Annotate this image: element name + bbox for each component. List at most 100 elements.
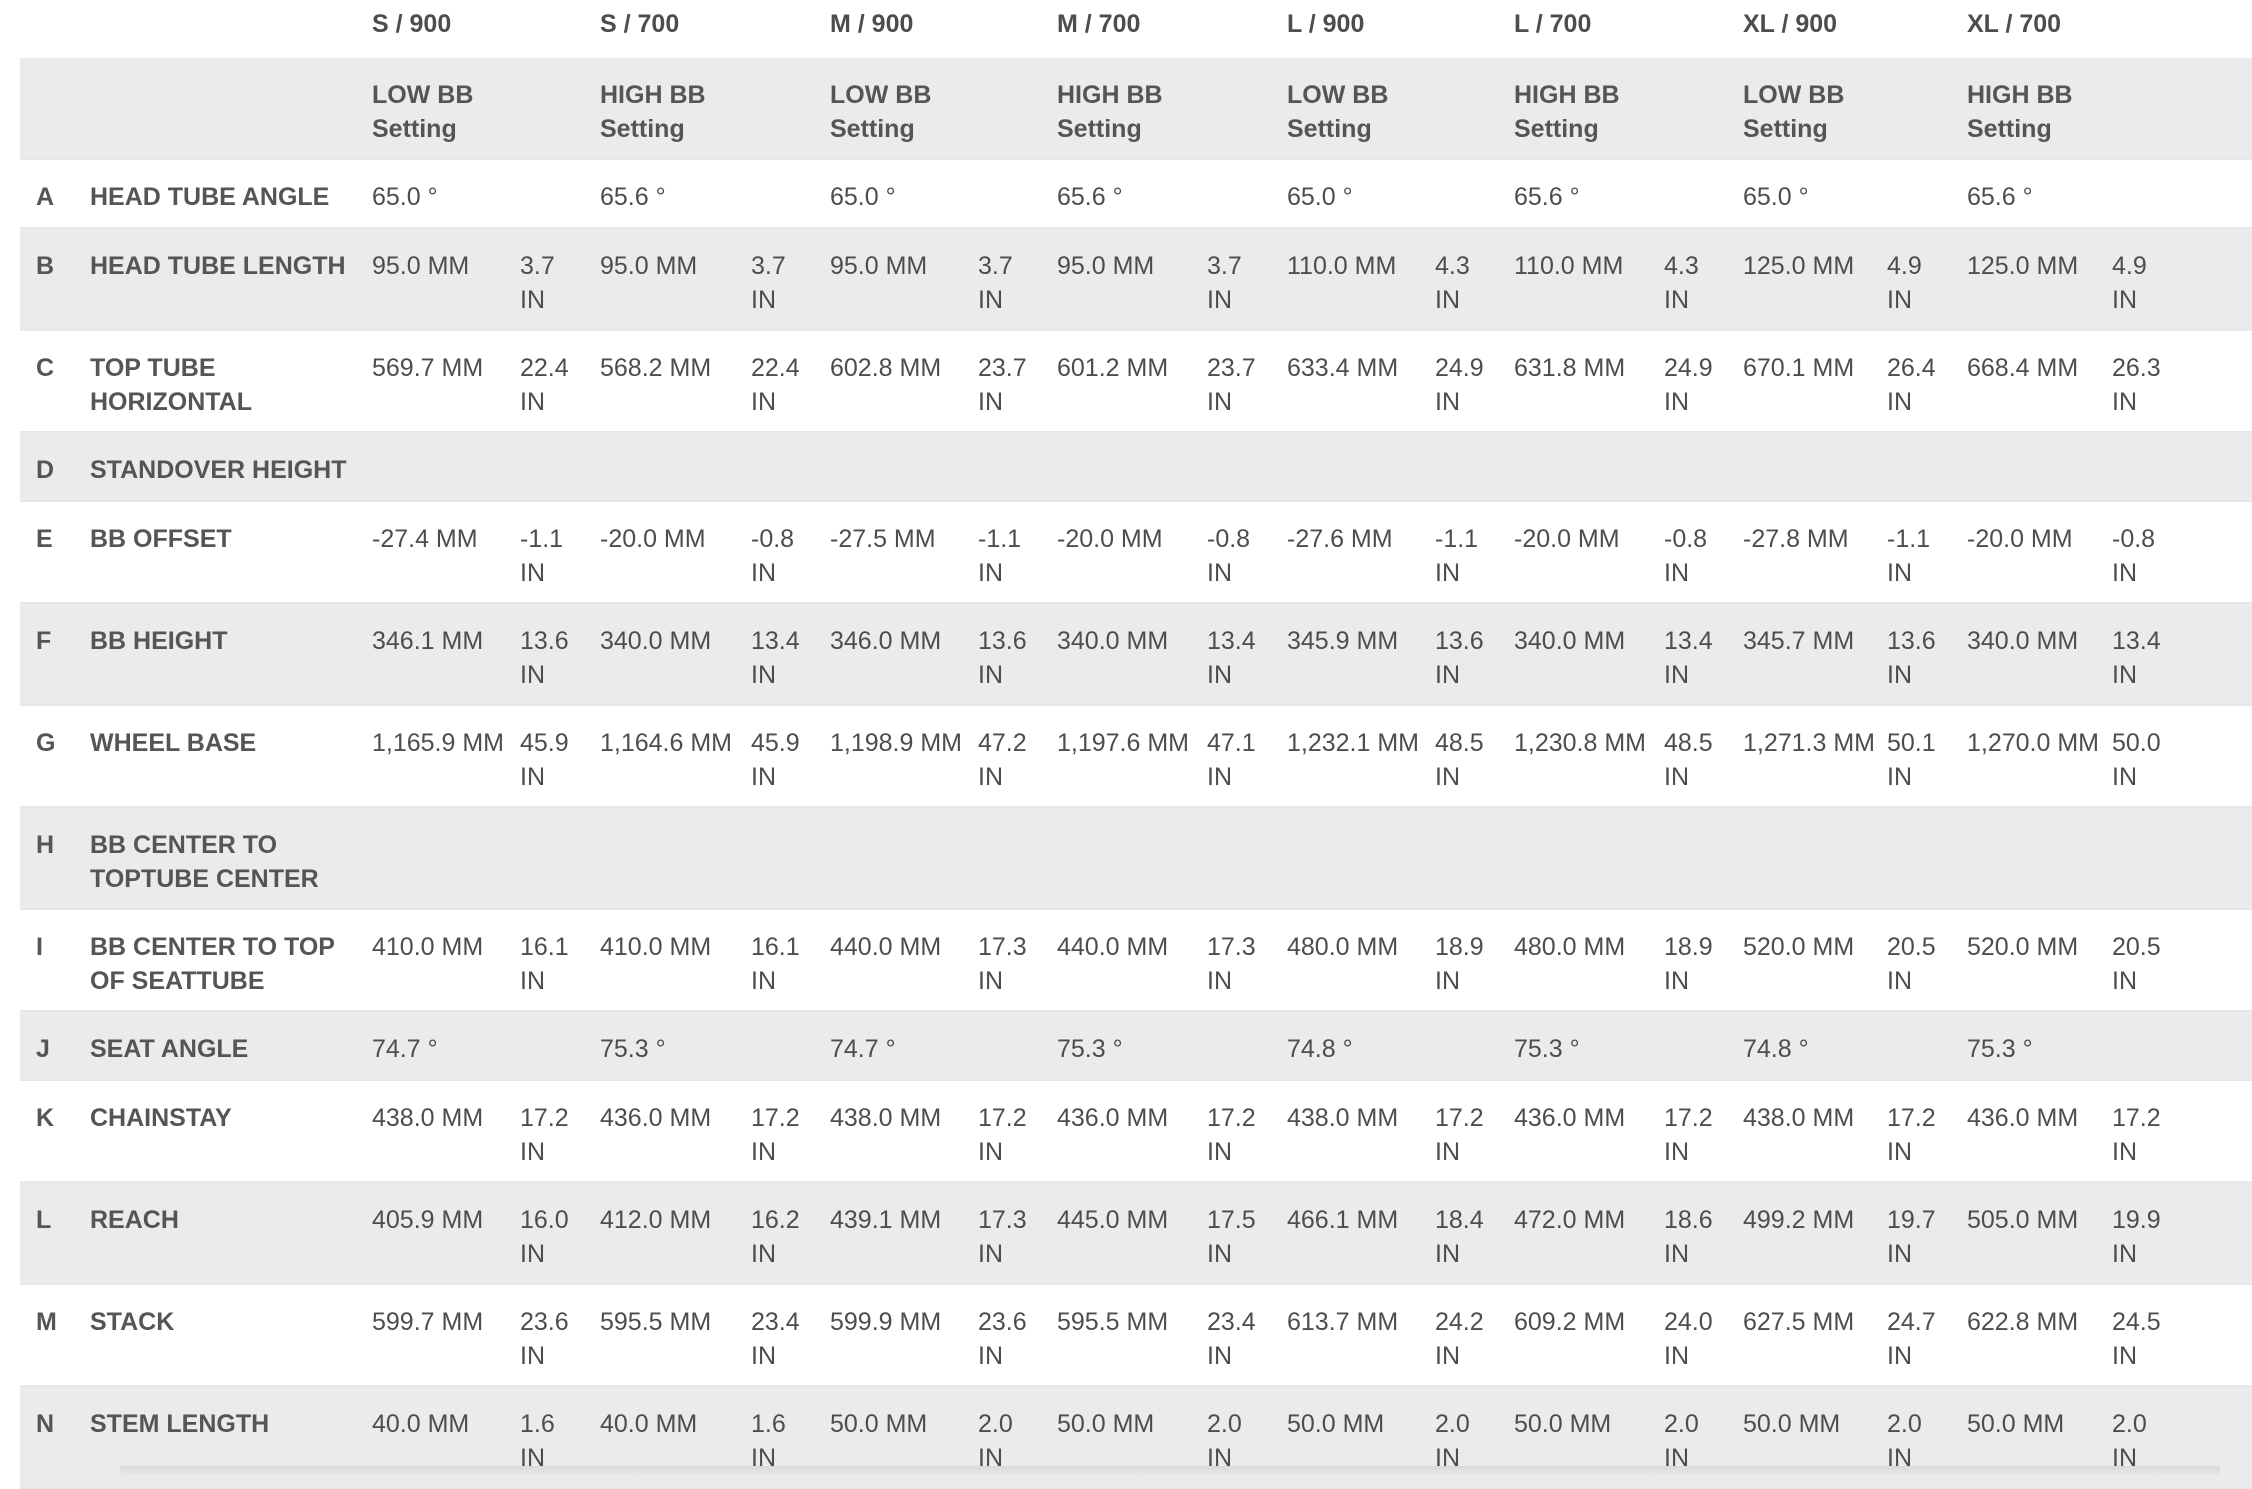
metric-value: 40.0 MM bbox=[372, 1410, 470, 1438]
metric-value: 438.0 MM bbox=[1287, 1104, 1399, 1132]
imperial-value: 18.9 IN bbox=[1435, 933, 1484, 995]
row-label: REACH bbox=[90, 1206, 179, 1234]
geometry-rows: A HEAD TUBE ANGLE 65.0 ° 65.6 ° 65.0 ° 65.6 °… bbox=[20, 160, 2252, 1489]
imperial-value: 17.5 IN bbox=[1207, 1206, 1256, 1268]
row-label: STANDOVER HEIGHT bbox=[90, 456, 347, 484]
imperial-value: 26.3 IN bbox=[2112, 354, 2161, 416]
imperial-value: 4.3 IN bbox=[1664, 252, 1699, 314]
row-letter: N bbox=[36, 1410, 55, 1438]
metric-value: 95.0 MM bbox=[600, 252, 698, 280]
row-label: HEAD TUBE LENGTH bbox=[90, 252, 346, 280]
row-letter: B bbox=[36, 252, 55, 280]
metric-value: 345.9 MM bbox=[1287, 627, 1399, 655]
imperial-value: 26.4 IN bbox=[1887, 354, 1936, 416]
metric-value: 65.6 ° bbox=[1967, 183, 2033, 211]
imperial-value: 16.0 IN bbox=[520, 1206, 569, 1268]
metric-value: 438.0 MM bbox=[1743, 1104, 1855, 1132]
imperial-value: 17.2 IN bbox=[1887, 1104, 1936, 1166]
imperial-value: 24.9 IN bbox=[1435, 354, 1484, 416]
metric-value: 74.7 ° bbox=[372, 1035, 438, 1063]
metric-value: 440.0 MM bbox=[830, 933, 942, 961]
row-label: BB CENTER TO TOP OF SEATTUBE bbox=[90, 933, 335, 995]
imperial-value: -0.8 IN bbox=[2112, 525, 2156, 587]
row-letter: E bbox=[36, 525, 53, 553]
imperial-value: -1.1 IN bbox=[1435, 525, 1479, 587]
imperial-value: 16.1 IN bbox=[751, 933, 800, 995]
bb-setting-label: LOW BB Setting bbox=[372, 81, 474, 143]
imperial-value: 2.0 IN bbox=[1664, 1410, 1699, 1472]
imperial-value: -0.8 IN bbox=[1664, 525, 1708, 587]
metric-value: 340.0 MM bbox=[600, 627, 712, 655]
imperial-value: -0.8 IN bbox=[1207, 525, 1251, 587]
imperial-value: 17.2 IN bbox=[1435, 1104, 1484, 1166]
table-row: K CHAINSTAY 438.0 MM 17.2 IN 436.0 MM 17.2 IN… bbox=[20, 1081, 2252, 1183]
imperial-value: 18.9 IN bbox=[1664, 933, 1713, 995]
bb-setting-label: HIGH BB Setting bbox=[1057, 81, 1163, 143]
row-letter: I bbox=[36, 933, 43, 961]
bb-setting-row: LOW BB Setting HIGH BB Setting LOW BB Sett… bbox=[20, 58, 2252, 160]
bb-setting-label: HIGH BB Setting bbox=[1967, 81, 2073, 143]
imperial-value: -1.1 IN bbox=[520, 525, 564, 587]
metric-value: 499.2 MM bbox=[1743, 1206, 1855, 1234]
metric-value: 1,164.6 MM bbox=[600, 729, 733, 757]
metric-value: 74.8 ° bbox=[1287, 1035, 1353, 1063]
table-row: M STACK 599.7 MM 23.6 IN 595.5 MM 23.4 IN 599.… bbox=[20, 1285, 2252, 1387]
row-label: BB CENTER TO TOPTUBE CENTER bbox=[90, 831, 319, 893]
imperial-value: 48.5 IN bbox=[1435, 729, 1484, 791]
row-label: HEAD TUBE ANGLE bbox=[90, 183, 330, 211]
metric-value: 1,232.1 MM bbox=[1287, 729, 1420, 757]
metric-value: 65.0 ° bbox=[830, 183, 896, 211]
metric-value: 110.0 MM bbox=[1514, 252, 1624, 280]
imperial-value: 20.5 IN bbox=[2112, 933, 2161, 995]
metric-value: 599.7 MM bbox=[372, 1308, 484, 1336]
row-label: TOP TUBE HORIZONTAL bbox=[90, 354, 253, 416]
metric-value: 65.6 ° bbox=[1514, 183, 1580, 211]
imperial-value: -1.1 IN bbox=[1887, 525, 1931, 587]
metric-value: 65.0 ° bbox=[372, 183, 438, 211]
metric-value: -20.0 MM bbox=[1057, 525, 1163, 553]
metric-value: 622.8 MM bbox=[1967, 1308, 2079, 1336]
imperial-value: 50.0 IN bbox=[2112, 729, 2161, 791]
metric-value: 1,230.8 MM bbox=[1514, 729, 1647, 757]
metric-value: 95.0 MM bbox=[830, 252, 928, 280]
imperial-value: 18.6 IN bbox=[1664, 1206, 1713, 1268]
imperial-value: 1.6 IN bbox=[751, 1410, 786, 1472]
metric-value: 95.0 MM bbox=[372, 252, 470, 280]
metric-value: 346.0 MM bbox=[830, 627, 942, 655]
imperial-value: 23.4 IN bbox=[1207, 1308, 1256, 1370]
table-row: L REACH 405.9 MM 16.0 IN 412.0 MM 16.2 IN 439.… bbox=[20, 1183, 2252, 1285]
size-header: L / 700 bbox=[1514, 10, 1592, 38]
metric-value: 601.2 MM bbox=[1057, 354, 1169, 382]
imperial-value: 19.9 IN bbox=[2112, 1206, 2161, 1268]
metric-value: 438.0 MM bbox=[830, 1104, 942, 1132]
metric-value: 346.1 MM bbox=[372, 627, 484, 655]
metric-value: 412.0 MM bbox=[600, 1206, 712, 1234]
imperial-value: 17.2 IN bbox=[1664, 1104, 1713, 1166]
row-label: CHAINSTAY bbox=[90, 1104, 232, 1132]
imperial-value: 24.0 IN bbox=[1664, 1308, 1713, 1370]
imperial-value: 17.2 IN bbox=[1207, 1104, 1256, 1166]
imperial-value: 19.7 IN bbox=[1887, 1206, 1936, 1268]
table-row: E BB OFFSET -27.4 MM -1.1 IN -20.0 MM -0.8 IN… bbox=[20, 502, 2252, 604]
imperial-value: 23.6 IN bbox=[978, 1308, 1027, 1370]
imperial-value: 13.6 IN bbox=[1887, 627, 1936, 689]
imperial-value: 23.6 IN bbox=[520, 1308, 569, 1370]
metric-value: -27.4 MM bbox=[372, 525, 478, 553]
row-label: WHEEL BASE bbox=[90, 729, 257, 757]
metric-value: 340.0 MM bbox=[1057, 627, 1169, 655]
metric-value: 633.4 MM bbox=[1287, 354, 1399, 382]
table-row: B HEAD TUBE LENGTH 95.0 MM 3.7 IN 95.0 MM 3.7… bbox=[20, 229, 2252, 331]
row-letter: K bbox=[36, 1104, 55, 1132]
metric-value: 74.8 ° bbox=[1743, 1035, 1809, 1063]
metric-value: 670.1 MM bbox=[1743, 354, 1855, 382]
table-row: C TOP TUBE HORIZONTAL 569.7 MM 22.4 IN 568.2… bbox=[20, 331, 2252, 433]
size-header-row: S / 900 S / 700 M / 900 M / 700 L / 900 L / 7… bbox=[20, 0, 2252, 58]
imperial-value: 18.4 IN bbox=[1435, 1206, 1484, 1268]
metric-value: 595.5 MM bbox=[1057, 1308, 1169, 1336]
metric-value: 340.0 MM bbox=[1967, 627, 2079, 655]
metric-value: 50.0 MM bbox=[1743, 1410, 1841, 1438]
imperial-value: 22.4 IN bbox=[520, 354, 569, 416]
size-header: XL / 700 bbox=[1967, 10, 2062, 38]
imperial-value: 3.7 IN bbox=[751, 252, 786, 314]
imperial-value: -0.8 IN bbox=[751, 525, 795, 587]
